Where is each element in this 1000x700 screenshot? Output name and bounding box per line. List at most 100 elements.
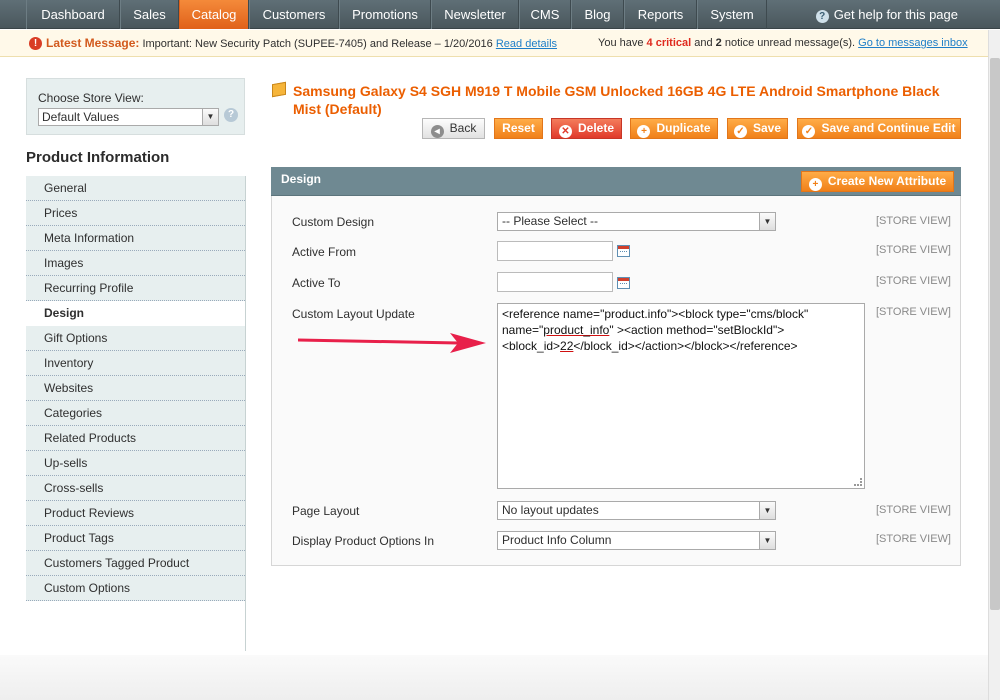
- layout-update-line: name="product_info" ><action method="set…: [502, 322, 860, 338]
- save-and-continue-label: Save and Continue Edit: [821, 121, 956, 135]
- tab-general[interactable]: General: [26, 176, 245, 201]
- tab-recurring-profile[interactable]: Recurring Profile: [26, 276, 245, 301]
- layout-update-text: </block_id></action></block></reference>: [573, 339, 798, 353]
- nav-item-system[interactable]: System: [697, 0, 767, 29]
- layout-update-highlight: 22: [560, 339, 574, 353]
- alert-icon: !: [29, 37, 42, 50]
- create-new-attribute-label: Create New Attribute: [827, 174, 947, 188]
- tab-gift-options[interactable]: Gift Options: [26, 326, 245, 351]
- scope-label: [STORE VIEW]: [876, 504, 951, 516]
- back-button[interactable]: ◂ Back: [422, 118, 485, 139]
- top-navigation: Dashboard Sales Catalog Customers Promot…: [0, 0, 1000, 29]
- tab-customers-tagged-product[interactable]: Customers Tagged Product: [26, 551, 245, 576]
- scrollbar-thumb[interactable]: [990, 58, 1000, 610]
- product-icon: [272, 81, 286, 98]
- design-heading: Design: [281, 172, 322, 186]
- active-to-input[interactable]: [497, 272, 613, 292]
- calendar-icon[interactable]: [617, 245, 630, 257]
- nav-item-sales[interactable]: Sales: [120, 0, 179, 29]
- tab-cross-sells[interactable]: Cross-sells: [26, 476, 245, 501]
- tab-up-sells[interactable]: Up-sells: [26, 451, 245, 476]
- delete-icon: ✕: [558, 125, 572, 138]
- page-layout-label: Page Layout: [292, 504, 360, 518]
- help-icon: ?: [815, 10, 829, 23]
- info-icon[interactable]: ?: [224, 108, 238, 122]
- layout-update-text: <block_id>: [502, 339, 561, 353]
- nav-item-cms[interactable]: CMS: [519, 0, 571, 29]
- display-product-options-select[interactable]: Product Info Column ▼: [497, 531, 776, 550]
- nav-item-dashboard[interactable]: Dashboard: [26, 0, 120, 29]
- sidebar-title: Product Information: [26, 149, 170, 166]
- reset-button[interactable]: Reset: [494, 118, 543, 139]
- page-scrollbar[interactable]: [988, 30, 1000, 700]
- layout-update-highlight: product_info: [543, 323, 610, 337]
- critical-count: 4 critical: [646, 37, 692, 49]
- duplicate-button[interactable]: + Duplicate: [630, 118, 718, 139]
- help-label: Get help for this page: [833, 7, 958, 22]
- nav-item-reports[interactable]: Reports: [624, 0, 697, 29]
- chevron-down-icon: ▼: [202, 109, 218, 125]
- nav-item-catalog[interactable]: Catalog: [179, 0, 249, 29]
- product-title: Samsung Galaxy S4 SGH M919 T Mobile GSM …: [293, 83, 940, 117]
- page-layout-value: No layout updates: [502, 503, 599, 517]
- custom-layout-update-textarea[interactable]: <reference name="product.info"><block ty…: [497, 303, 865, 489]
- tab-images[interactable]: Images: [26, 251, 245, 276]
- read-details-link[interactable]: Read details: [496, 38, 557, 50]
- save-and-continue-button[interactable]: ✓ Save and Continue Edit: [797, 118, 961, 139]
- scope-label: [STORE VIEW]: [876, 244, 951, 256]
- footer-area: [0, 655, 988, 700]
- custom-design-label: Custom Design: [292, 215, 375, 229]
- tab-inventory[interactable]: Inventory: [26, 351, 245, 376]
- store-view-value: Default Values: [42, 110, 120, 124]
- check-icon: ✓: [802, 125, 816, 138]
- active-from-input[interactable]: [497, 241, 613, 261]
- layout-update-text: " ><action method="setBlockId">: [609, 323, 785, 337]
- store-switcher: Choose Store View: Default Values ▼ ?: [26, 78, 245, 135]
- tabs-divider: [245, 176, 246, 651]
- tab-product-tags[interactable]: Product Tags: [26, 526, 245, 551]
- summary-text-pre: You have: [598, 37, 644, 49]
- tab-prices[interactable]: Prices: [26, 201, 245, 226]
- tab-meta-information[interactable]: Meta Information: [26, 226, 245, 251]
- tab-categories[interactable]: Categories: [26, 401, 245, 426]
- custom-design-value: -- Please Select --: [502, 214, 599, 228]
- save-button[interactable]: ✓ Save: [727, 118, 788, 139]
- resize-handle[interactable]: [854, 478, 862, 486]
- custom-design-select[interactable]: -- Please Select -- ▼: [497, 212, 776, 231]
- messages-inbox-link[interactable]: Go to messages inbox: [858, 37, 967, 49]
- tab-product-reviews[interactable]: Product Reviews: [26, 501, 245, 526]
- page-layout-select[interactable]: No layout updates ▼: [497, 501, 776, 520]
- nav-item-customers[interactable]: Customers: [249, 0, 339, 29]
- store-view-select[interactable]: Default Values ▼: [38, 108, 219, 126]
- summary-text-post: notice unread message(s).: [724, 37, 856, 49]
- plus-icon: +: [637, 125, 651, 138]
- layout-update-line: <reference name="product.info"><block ty…: [502, 307, 809, 321]
- system-message-bar: ! Latest Message: Important: New Securit…: [0, 30, 988, 57]
- latest-message-label: Latest Message:: [46, 36, 140, 50]
- save-label: Save: [752, 121, 782, 135]
- scope-label: [STORE VIEW]: [876, 533, 951, 545]
- latest-message: Latest Message: Important: New Security …: [46, 30, 557, 58]
- scope-label: [STORE VIEW]: [876, 275, 951, 287]
- calendar-icon[interactable]: [617, 277, 630, 289]
- active-to-label: Active To: [292, 276, 341, 290]
- nav-item-newsletter[interactable]: Newsletter: [431, 0, 519, 29]
- display-product-options-value: Product Info Column: [502, 533, 612, 547]
- store-switcher-label: Choose Store View:: [38, 91, 144, 105]
- delete-button[interactable]: ✕ Delete: [551, 118, 622, 139]
- latest-message-text: Important: New Security Patch (SUPEE-740…: [142, 38, 493, 50]
- scope-label: [STORE VIEW]: [876, 306, 951, 318]
- tab-custom-options[interactable]: Custom Options: [26, 576, 245, 601]
- notice-count: 2: [715, 37, 722, 49]
- summary-text-mid: and: [694, 37, 713, 49]
- help-link[interactable]: ? Get help for this page: [815, 0, 958, 29]
- nav-item-promotions[interactable]: Promotions: [339, 0, 431, 29]
- custom-layout-update-label: Custom Layout Update: [292, 307, 415, 321]
- tab-websites[interactable]: Websites: [26, 376, 245, 401]
- tab-related-products[interactable]: Related Products: [26, 426, 245, 451]
- nav-item-blog[interactable]: Blog: [571, 0, 624, 29]
- create-new-attribute-button[interactable]: + Create New Attribute: [801, 171, 954, 192]
- message-summary: You have 4 critical and 2 notice unread …: [598, 30, 968, 57]
- product-tabs: General Prices Meta Information Images R…: [26, 176, 245, 601]
- tab-design[interactable]: Design: [26, 301, 245, 326]
